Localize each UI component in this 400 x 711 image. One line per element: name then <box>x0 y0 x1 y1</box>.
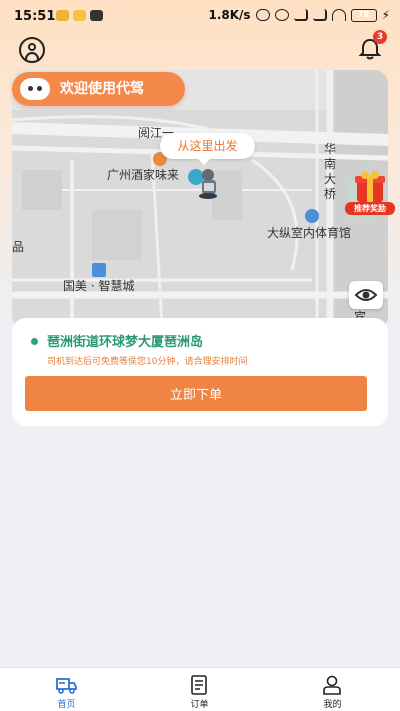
nav-label-profile: 我的 <box>323 700 342 710</box>
signal-icon <box>293 9 308 21</box>
address-dot-icon <box>31 338 38 345</box>
order-card: 琶洲街道环球梦大厦琶洲岛 司机到达后可免费等侯您10分钟，请合理安排时间 立即下… <box>12 318 388 426</box>
notification-badge: 3 <box>373 30 387 44</box>
nav-label-home: 首页 <box>57 700 76 710</box>
profile-icon <box>323 675 341 695</box>
nav-item-profile[interactable]: 我的 <box>266 668 399 711</box>
gift-icon <box>355 171 385 202</box>
map-label-restaurant: 广州酒家味来 <box>107 168 180 182</box>
map-label-stadium: 大纵室内体育馆 <box>267 226 352 240</box>
bluetooth-icon <box>255 9 270 21</box>
reward-label: 推荐奖励 <box>345 202 395 215</box>
place-order-button[interactable]: 立即下单 <box>25 376 367 411</box>
user-body <box>25 52 39 60</box>
mascot-icon <box>20 78 50 100</box>
nav-label-orders: 订单 <box>190 700 209 710</box>
document-icon <box>191 675 207 695</box>
status-right: 1.8K/s 78 ⚡ <box>208 8 390 22</box>
eye-icon <box>354 289 378 301</box>
signal-2-icon <box>312 9 327 21</box>
car-icon <box>56 678 77 694</box>
nav-item-orders[interactable]: 订单 <box>133 668 266 711</box>
alarm-icon <box>274 9 289 21</box>
status-app-icons <box>56 10 103 21</box>
waiting-note: 司机到达后可免费等侯您10分钟，请合理安排时间 <box>47 357 248 367</box>
wifi-icon <box>331 9 346 21</box>
nav-item-home[interactable]: 首页 <box>0 668 133 711</box>
map-label-bridge: 华南大桥 <box>324 142 337 201</box>
welcome-text: 欢迎使用代驾 <box>60 81 144 97</box>
depart-label: 从这里出发 <box>177 139 238 153</box>
notification-bell-button[interactable]: 3 <box>356 30 387 61</box>
battery-icon: 78 <box>350 8 377 22</box>
wechat-icon <box>90 10 103 21</box>
message-icon <box>73 10 86 21</box>
battery-level: 78 <box>357 9 370 19</box>
user-circle-icon[interactable] <box>19 37 45 63</box>
stadium-icon <box>305 209 319 223</box>
map-label-edge-a: 品 <box>12 240 25 254</box>
bottom-nav: 首页 订单 我的 <box>0 667 400 711</box>
pickup-address[interactable]: 琶洲街道环球梦大厦琶洲岛 <box>47 331 203 350</box>
mall-icon <box>92 263 106 277</box>
app-notify-icon <box>56 10 69 21</box>
charging-icon: ⚡ <box>381 8 390 22</box>
welcome-banner: 欢迎使用代驾 <box>12 72 185 106</box>
network-speed: 1.8K/s <box>208 8 251 22</box>
driver-location-marker <box>186 165 226 201</box>
driver-pin-icon <box>188 169 217 199</box>
status-time: 15:51 <box>14 9 56 24</box>
user-head <box>28 43 36 51</box>
map-label-mall: 国美 · 智慧城 <box>63 279 135 293</box>
locate-button[interactable] <box>349 281 383 309</box>
reward-button[interactable]: 推荐奖励 <box>345 170 395 216</box>
depart-here-bubble[interactable]: 从这里出发 <box>160 133 255 165</box>
status-bar: 15:51 1.8K/s 78 ⚡ <box>0 0 400 32</box>
